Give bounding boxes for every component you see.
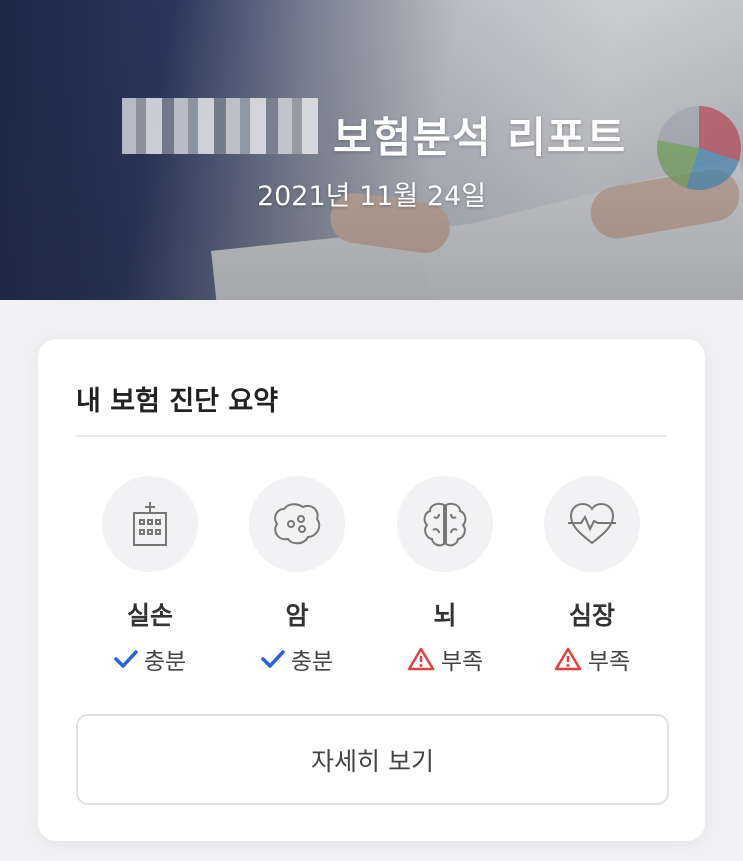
status-badge: 충분 bbox=[75, 642, 225, 676]
summary-title: 내 보험 진단 요약 bbox=[76, 386, 279, 417]
cancer-cell-icon bbox=[249, 476, 345, 572]
check-icon bbox=[261, 650, 285, 668]
report-title: 보험분석 리포트 bbox=[333, 113, 627, 162]
report-date: 2021년 11월 24일 bbox=[256, 181, 487, 212]
check-icon bbox=[114, 650, 138, 668]
coverage-item-silson[interactable]: 실손 충분 bbox=[75, 476, 225, 676]
warning-icon bbox=[407, 647, 435, 671]
summary-card: 내 보험 진단 요약 실손 충분 암 충분 뇌 부족 심장 부족 자세히 보기 bbox=[38, 339, 705, 841]
status-badge: 충분 bbox=[222, 642, 372, 676]
warning-icon bbox=[554, 647, 582, 671]
heart-pulse-icon bbox=[544, 476, 640, 572]
coverage-item-heart[interactable]: 심장 부족 bbox=[517, 476, 667, 676]
status-badge: 부족 bbox=[517, 642, 667, 676]
report-banner: 보험분석 리포트 2021년 11월 24일 bbox=[0, 0, 743, 300]
coverage-label: 실손 bbox=[126, 601, 173, 630]
divider bbox=[76, 435, 667, 437]
coverage-label: 뇌 bbox=[433, 601, 457, 630]
blurred-name bbox=[122, 98, 324, 154]
coverage-item-brain[interactable]: 뇌 부족 bbox=[370, 476, 520, 676]
hospital-icon bbox=[102, 476, 198, 572]
coverage-label: 심장 bbox=[568, 601, 615, 630]
status-text: 부족 bbox=[587, 649, 631, 675]
view-details-button[interactable]: 자세히 보기 bbox=[76, 714, 669, 805]
coverage-item-cancer[interactable]: 암 충분 bbox=[222, 476, 372, 676]
status-badge: 부족 bbox=[370, 642, 520, 676]
status-text: 충분 bbox=[290, 649, 334, 675]
brain-icon bbox=[397, 476, 493, 572]
status-text: 충분 bbox=[143, 649, 187, 675]
coverage-label: 암 bbox=[285, 601, 309, 630]
status-text: 부족 bbox=[440, 649, 484, 675]
